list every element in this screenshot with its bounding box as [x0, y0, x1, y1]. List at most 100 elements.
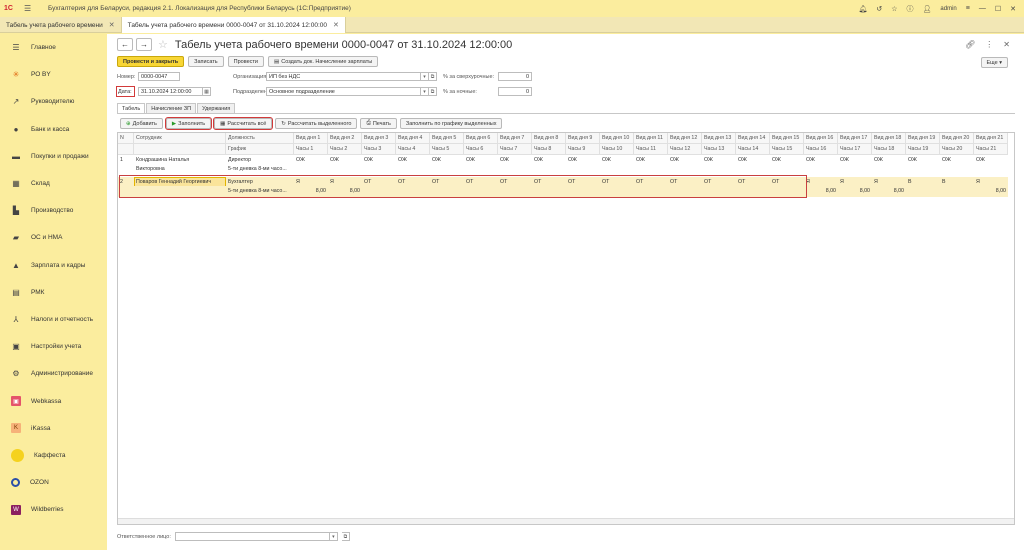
- sidebar-item-settings[interactable]: ▣ Настройки учета: [0, 333, 107, 360]
- sidebar-item-wildberries[interactable]: W Wildberries: [0, 496, 107, 523]
- sidebar-item-ozon[interactable]: OZON: [0, 469, 107, 496]
- horizontal-scrollbar[interactable]: [118, 518, 1014, 524]
- column-header-day-type: Вид дня 11: [634, 133, 668, 144]
- sidebar-item-label: Каффеста: [34, 451, 66, 459]
- column-header-hours: Часы 11: [634, 144, 668, 155]
- more-button[interactable]: Еще ▾: [980, 57, 1008, 68]
- sidebar-item-manager[interactable]: ↗ Руководителю: [0, 88, 107, 115]
- sidebar-item-taxes[interactable]: ⅄ Налоги и отчетность: [0, 306, 107, 333]
- info-icon[interactable]: ⓘ: [907, 4, 914, 14]
- sidebar-item-ikassa[interactable]: KiKassa: [0, 415, 107, 442]
- chevron-down-icon[interactable]: ▾: [329, 532, 338, 541]
- close-icon[interactable]: ✕: [333, 21, 339, 29]
- printer-icon: ⎙: [366, 120, 371, 126]
- sidebar-item-bank[interactable]: ● Банк и касса: [0, 116, 107, 143]
- sidebar-item-webkassa[interactable]: ▣ Webkassa: [0, 387, 107, 414]
- open-icon[interactable]: ⧉: [429, 72, 437, 81]
- play-icon: ▶: [171, 120, 177, 127]
- close-window-icon[interactable]: ✕: [1010, 5, 1016, 13]
- settings-icon[interactable]: ≡: [966, 5, 970, 12]
- chevron-down-icon[interactable]: ▾: [421, 87, 429, 96]
- chevron-down-icon[interactable]: ▾: [421, 72, 429, 81]
- hours-cell: [430, 164, 464, 175]
- sidebar-item-payroll[interactable]: ▲ Зарплата и кадры: [0, 252, 107, 279]
- print-label: Печать: [372, 120, 391, 127]
- responsible-field[interactable]: [174, 532, 330, 541]
- organization-field[interactable]: ИП без НДС: [266, 72, 421, 81]
- cart-icon: ▬: [12, 151, 20, 161]
- tab-divider: [117, 113, 1015, 114]
- open-icon[interactable]: ⧉: [429, 87, 437, 96]
- gear-icon: ⚙: [12, 369, 20, 379]
- history-icon[interactable]: ↺: [876, 5, 882, 13]
- bell-icon[interactable]: 🔔︎: [858, 5, 867, 13]
- more-vertical-icon[interactable]: ⋮: [985, 40, 993, 49]
- tab-timesheet[interactable]: Табель: [117, 103, 146, 113]
- close-icon[interactable]: ✕: [1003, 40, 1010, 49]
- bank-icon: ●: [13, 124, 19, 134]
- star-icon[interactable]: ☆: [891, 5, 897, 13]
- minimize-icon[interactable]: —: [979, 5, 986, 12]
- sidebar-item-production[interactable]: ▙ Производство: [0, 197, 107, 224]
- highlight-frame: [119, 175, 807, 198]
- hours-cell: [328, 164, 362, 175]
- overtime-field[interactable]: 0: [498, 72, 532, 81]
- create-based-on-button[interactable]: ▤ Создать док. Начисление зарплаты: [268, 56, 379, 67]
- column-header-day-type: Вид дня 15: [770, 133, 804, 144]
- sidebar-item-assets[interactable]: ▰ ОС и НМА: [0, 224, 107, 251]
- link-icon[interactable]: 🔗︎: [965, 40, 975, 49]
- column-header-day-type: Вид дня 10: [600, 133, 634, 144]
- responsible-label: Ответственное лицо:: [117, 533, 171, 540]
- open-icon[interactable]: ⧉: [341, 532, 350, 541]
- hamburger-menu-icon[interactable]: ☰: [24, 4, 38, 13]
- hours-cell: [940, 164, 974, 175]
- department-field[interactable]: Основное подразделение: [266, 87, 421, 96]
- sidebar-item-warehouse[interactable]: ▦ Склад: [0, 170, 107, 197]
- sidebar-item-pos[interactable]: ▤ РМК: [0, 279, 107, 306]
- department-row: Подразделение: Основное подразделение ▾ …: [233, 87, 532, 96]
- column-header-hours: Часы 13: [702, 144, 736, 155]
- user-name[interactable]: admin: [940, 6, 956, 12]
- maximize-icon[interactable]: ☐: [995, 5, 1001, 13]
- favorite-star-icon[interactable]: ☆: [158, 38, 168, 51]
- document-form: ← → ☆ Табель учета рабочего времени 0000…: [107, 34, 1024, 550]
- calc-selected-button[interactable]: ↻ Рассчитать выделенного: [275, 118, 358, 129]
- post-button[interactable]: Провести: [227, 56, 265, 67]
- column-header-hours: Часы 5: [430, 144, 464, 155]
- sidebar-item-sales[interactable]: ▬ Покупки и продажи: [0, 143, 107, 170]
- column-header-day-type: Вид дня 13: [702, 133, 736, 144]
- sidebar-item-ro-by[interactable]: ✳ РО BY: [0, 61, 107, 88]
- sidebar-item-admin[interactable]: ⚙ Администрирование: [0, 360, 107, 387]
- overtime-label: % за сверхурочные:: [443, 73, 495, 80]
- close-icon[interactable]: ✕: [109, 21, 115, 29]
- column-header-day-type: Вид дня 7: [498, 133, 532, 144]
- sidebar-item-label: Руководителю: [31, 98, 75, 106]
- fill-button[interactable]: ▶ Заполнить: [164, 117, 213, 130]
- tab-timesheet-document[interactable]: Табель учета рабочего времени 0000-0047 …: [121, 17, 346, 33]
- user-avatar-icon[interactable]: 👤︎: [923, 5, 932, 13]
- factory-icon: ▙: [12, 206, 20, 216]
- column-header-day-type: Вид дня 8: [532, 133, 566, 144]
- sidebar-item-kaffesta[interactable]: Каффеста: [0, 442, 107, 469]
- hours-cell: [974, 164, 1008, 175]
- tab-deductions[interactable]: Удержания: [197, 103, 236, 113]
- hours-cell: [532, 164, 566, 175]
- add-row-button[interactable]: ⊕ Добавить: [120, 118, 163, 129]
- night-field[interactable]: 0: [498, 87, 532, 96]
- print-button[interactable]: ⎙ Печать: [360, 118, 397, 129]
- fill-by-schedule-button[interactable]: Заполнить по графику выделенных: [399, 118, 503, 129]
- forward-button[interactable]: →: [136, 38, 152, 51]
- save-button[interactable]: Записать: [188, 56, 224, 67]
- back-button[interactable]: ←: [117, 38, 133, 51]
- schedule-cell: 5-ти дневка 8-ми часо...: [228, 166, 287, 172]
- sidebar-item-main[interactable]: ☰ Главное: [0, 34, 107, 61]
- table-row-sub[interactable]: Викторовна 5-ти дневка 8-ми часо...: [118, 164, 1008, 175]
- calc-all-button[interactable]: ▦ Рассчитать всё: [213, 117, 274, 130]
- date-field[interactable]: 31.10.2024 12:00:00: [138, 87, 203, 96]
- post-and-close-button[interactable]: Провести и закрыть: [117, 56, 185, 67]
- number-field[interactable]: 0000-0047: [138, 72, 180, 81]
- tab-payroll-accrual[interactable]: Начисление ЗП: [146, 103, 197, 113]
- calendar-icon[interactable]: ▦: [203, 87, 211, 96]
- add-label: Добавить: [132, 120, 157, 127]
- tab-timesheet-list[interactable]: Табель учета рабочего времени ✕: [0, 17, 122, 33]
